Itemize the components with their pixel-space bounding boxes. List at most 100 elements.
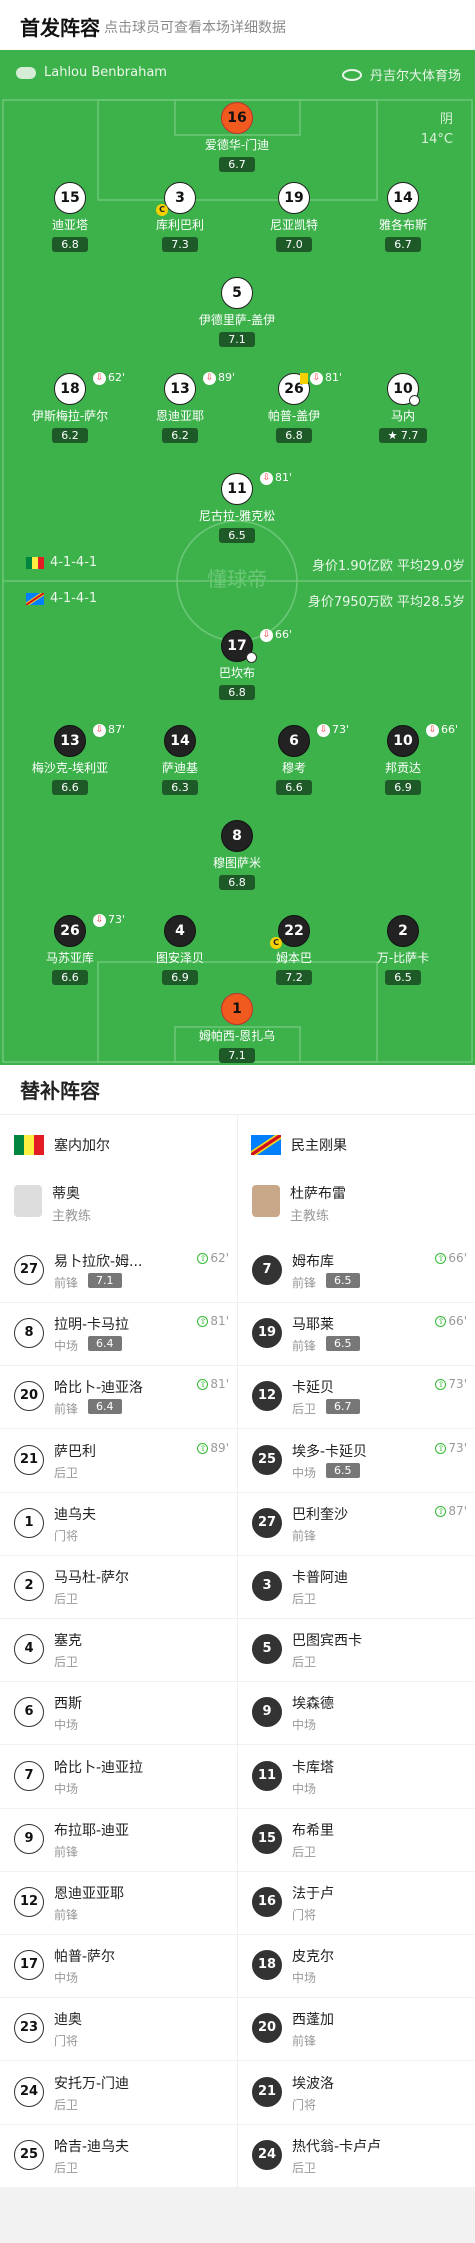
bench-player-row[interactable]: 7 姆布库 前锋 6.5 ⇧ 66' [238, 1240, 475, 1303]
player-name: 雅各布斯 [378, 218, 427, 232]
player-marker[interactable]: 4 图安泽贝 6.9 [120, 915, 240, 985]
bench-player-row[interactable]: 18 皮克尔 中场 [238, 1935, 475, 1999]
bench-player-row[interactable]: 20 哈比卜-迪亚洛 前锋 6.4 ⇧ 81' [0, 1366, 237, 1430]
away-coach[interactable]: 杜萨布雷 主教练 [238, 1175, 475, 1235]
bench-player-row[interactable]: 27 易卜拉欣-姆... 前锋 7.1 ⇧ 62' [0, 1240, 237, 1303]
player-marker[interactable]: 3 C 库利巴利 7.3 [120, 182, 240, 252]
bench-player-row[interactable]: 20 西蓬加 前锋 [238, 1998, 475, 2062]
bench-player-position: 门将 [292, 2097, 317, 2112]
player-marker[interactable]: 2 万-比萨卡 6.5 [343, 915, 463, 985]
bench-player-name: 哈比卜-迪亚洛 [54, 1380, 144, 1397]
bench-player-number: 23 [14, 2013, 44, 2044]
player-marker[interactable]: 5 伊德里萨-盖伊 7.1 [177, 277, 297, 347]
sub-in-icon: ⇧ [435, 1442, 447, 1454]
bench-player-name: 姆布库 [292, 1254, 334, 1270]
bench-player-row[interactable]: 15 布希里 后卫 [238, 1809, 475, 1872]
bench-player-row[interactable]: 12 卡延贝 后卫 6.7 ⇧ 73' [238, 1366, 475, 1430]
player-rating: 6.6 [52, 970, 88, 985]
bench-player-row[interactable]: 16 法于卢 门将 [238, 1872, 475, 1935]
sub-off-marker: ⇩ 66' [426, 723, 458, 737]
bench-player-number: 12 [252, 1381, 282, 1412]
player-number: 2 [387, 915, 419, 947]
away-value: 身价7950万欧 平均28.5岁 [307, 595, 465, 610]
bench-player-row[interactable]: 11 卡库塔 中场 [238, 1746, 475, 1809]
bench-player-name: 埃多-卡延贝 [292, 1443, 368, 1460]
temperature-text: 14°C [420, 132, 453, 147]
player-marker[interactable]: 6 ⇩ 73' 穆考 6.6 [234, 723, 354, 795]
bench-player-row[interactable]: 21 埃波洛 门将 [238, 2062, 475, 2125]
bench-player-number: 9 [252, 1697, 282, 1728]
player-marker[interactable]: 13 ⇩ 87' 梅沙克-埃利亚 6.6 [10, 723, 130, 795]
bench-player-row[interactable]: 5 巴图宾西卡 后卫 [238, 1619, 475, 1683]
player-marker[interactable]: 10 ⇩ 66' 邦贡达 6.9 [343, 723, 463, 795]
player-marker[interactable]: 19 尼亚凯特 7.0 [234, 182, 354, 252]
bench-player-row[interactable]: 21 萨巴利 后卫 ⇧ 89' [0, 1430, 237, 1493]
bench-player-row[interactable]: 12 恩迪亚亚耶 前锋 [0, 1872, 237, 1935]
bench-player-row[interactable]: 2 马马杜-萨尔 后卫 [0, 1556, 237, 1619]
bench-player-row[interactable]: 25 埃多-卡延贝 中场 6.5 ⇧ 73' [238, 1430, 475, 1493]
player-marker[interactable]: 26 ⇩ 81' 帕普-盖伊 6.8 [234, 371, 354, 443]
bench-player-position: 后卫 [292, 1402, 317, 1417]
yellow-card-icon [300, 372, 308, 384]
player-marker[interactable]: 11 ⇩ 81' 尼古拉-雅克松 6.5 [177, 471, 297, 543]
player-marker[interactable]: 14 雅各布斯 6.7 [343, 182, 463, 252]
player-marker[interactable]: 17 ⇩ 66' 巴坎布 6.8 [177, 628, 297, 700]
player-name: 万-比萨卡 [376, 951, 430, 965]
bench-player-number: 18 [252, 1950, 282, 1981]
bench-player-row[interactable]: 27 巴利奎沙 前锋 ⇧ 87' [238, 1493, 475, 1556]
bench-player-position: 前锋 [292, 1528, 317, 1543]
bench-player-row[interactable]: 24 热代翁-卡卢卢 后卫 [238, 2125, 475, 2188]
player-rating: 6.2 [162, 428, 198, 443]
bench-player-position: 前锋 [54, 1908, 79, 1922]
bench-player-row[interactable]: 4 塞克 后卫 [0, 1619, 237, 1683]
player-marker[interactable]: 1 姆帕西-恩扎乌 7.1 [177, 993, 297, 1063]
weather-info: 阴 14°C [421, 110, 453, 150]
player-number: 19 [278, 182, 310, 214]
dr-congo-flag-icon [26, 592, 44, 605]
player-rating: 7.1 [219, 332, 255, 347]
sub-in-time: ⇧ 87' [435, 1504, 467, 1518]
player-name: 梅沙克-埃利亚 [31, 761, 109, 775]
player-name: 姆帕西-恩扎乌 [198, 1029, 276, 1043]
bench-player-row[interactable]: 24 安托万-门迪 后卫 [0, 2062, 237, 2125]
bench-player-position: 中场 [292, 1971, 317, 1986]
bench-player-row[interactable]: 25 哈吉-迪乌夫 后卫 [0, 2125, 237, 2188]
bench-player-number: 16 [252, 1887, 282, 1917]
away-formation: 4-1-4-1 [26, 591, 97, 606]
bench-player-number: 24 [14, 2076, 44, 2107]
bench-player-row[interactable]: 23 迪奥 门将 [0, 1998, 237, 2062]
bench-player-name: 埃森德 [292, 1696, 334, 1713]
player-marker[interactable]: 26 ⇩ 73' 马苏亚库 6.6 [10, 913, 130, 985]
bench-player-row[interactable]: 9 埃森德 中场 [238, 1682, 475, 1746]
bench-player-number: 15 [252, 1823, 282, 1854]
bench-player-row[interactable]: 9 布拉耶-迪亚 前锋 [0, 1809, 237, 1872]
player-marker[interactable]: 22 C 姆本巴 7.2 [234, 915, 354, 985]
bench-player-name: 萨巴利 [54, 1443, 96, 1460]
bench-player-position: 前锋 [54, 1844, 79, 1859]
bench-player-row[interactable]: 1 迪乌夫 门将 [0, 1493, 237, 1556]
bench-player-name: 西蓬加 [292, 2012, 334, 2029]
bench-player-row[interactable]: 3 卡普阿迪 后卫 [238, 1556, 475, 1619]
bench-player-row[interactable]: 19 马耶莱 前锋 6.5 ⇧ 66' [238, 1303, 475, 1367]
bench-player-row[interactable]: 17 帕普-萨尔 中场 [0, 1935, 237, 1999]
bench-player-number: 20 [14, 1381, 44, 1412]
player-marker[interactable]: 18 ⇩ 62' 伊斯梅拉-萨尔 6.2 [10, 371, 130, 443]
bench-player-row[interactable]: 6 西斯 中场 [0, 1682, 237, 1746]
player-number: 11 [221, 473, 253, 505]
player-marker[interactable]: 10 马内 ★ 7.7 [343, 373, 463, 443]
bench-player-number: 8 [14, 1318, 44, 1349]
player-number: 1 [221, 993, 253, 1025]
player-marker[interactable]: 14 萨迪基 6.3 [120, 725, 240, 795]
player-marker[interactable]: 13 ⇩ 89' 恩迪亚耶 6.2 [120, 371, 240, 443]
bench-player-row[interactable]: 8 拉明-卡马拉 中场 6.4 ⇧ 81' [0, 1303, 237, 1367]
player-marker[interactable]: 16 爱德华-门迪 6.7 [177, 102, 297, 172]
player-number: 14 [387, 182, 419, 214]
player-marker[interactable]: 15 迪亚塔 6.8 [10, 182, 130, 252]
bench-player-rating: 7.1 [88, 1273, 122, 1288]
sub-in-icon: ⇧ [197, 1253, 209, 1264]
home-coach[interactable]: 蒂奥 主教练 [0, 1175, 237, 1235]
sub-out-icon: ⇩ [260, 471, 273, 485]
bench-player-row[interactable]: 7 哈比卜-迪亚拉 中场 [0, 1746, 237, 1809]
player-marker[interactable]: 8 穆图萨米 6.8 [177, 820, 297, 890]
home-team-name: 塞内加尔 [54, 1138, 110, 1154]
